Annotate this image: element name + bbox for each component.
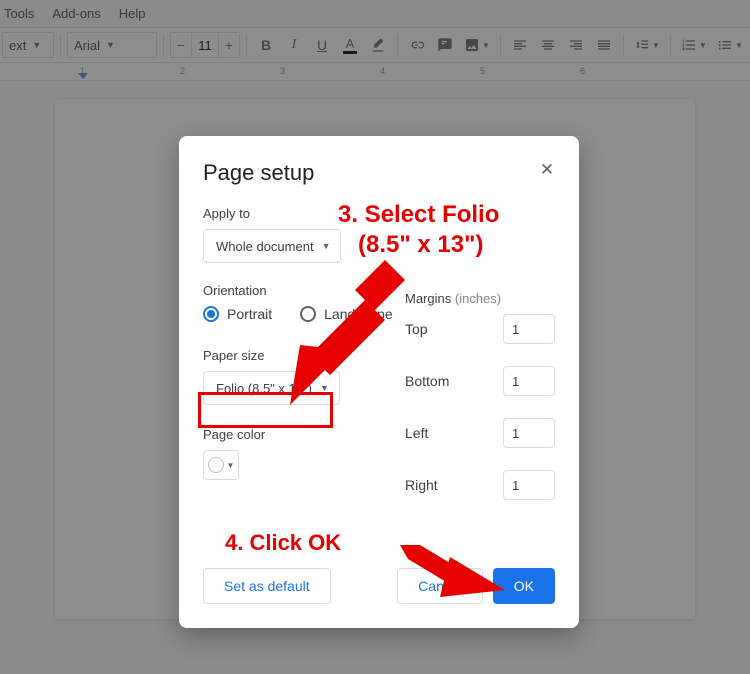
annotation-step3: 3. Select Folio (8.5" x 13") [338, 200, 499, 260]
margins-section: Margins (inches) Top Bottom Left Right [405, 291, 555, 522]
margin-left-label: Left [405, 425, 428, 441]
color-swatch-icon [208, 457, 224, 473]
margin-left-input[interactable] [503, 418, 555, 448]
set-as-default-button[interactable]: Set as default [203, 568, 331, 604]
annotation-arrow-1 [290, 260, 410, 410]
annotation-arrow-2 [400, 545, 510, 615]
dialog-title: Page setup [203, 160, 555, 186]
margins-label: Margins (inches) [405, 291, 555, 306]
apply-to-dropdown[interactable]: Whole document▼ [203, 229, 341, 263]
margin-bottom-input[interactable] [503, 366, 555, 396]
margin-right-input[interactable] [503, 470, 555, 500]
margin-bottom-label: Bottom [405, 373, 449, 389]
close-icon[interactable]: ✕ [535, 158, 559, 182]
margin-right-label: Right [405, 477, 438, 493]
radio-selected-icon [203, 306, 219, 322]
annotation-step4: 4. Click OK [225, 530, 341, 556]
margin-top-input[interactable] [503, 314, 555, 344]
page-color-picker[interactable]: ▼ [203, 450, 239, 480]
portrait-radio[interactable]: Portrait [203, 306, 272, 322]
